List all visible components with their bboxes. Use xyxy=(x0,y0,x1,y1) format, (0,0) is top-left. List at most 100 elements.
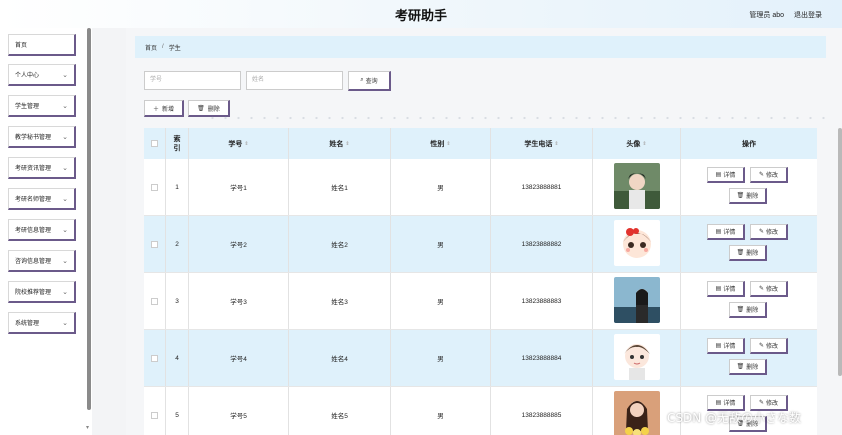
sidebar-item-student-mgmt[interactable]: 学生管理 ⌄ xyxy=(8,95,76,117)
sort-icon: ⇕ xyxy=(345,140,350,147)
avatar[interactable] xyxy=(613,163,660,211)
header-avatar[interactable]: 头像 ⇕ xyxy=(593,128,681,159)
avatar[interactable] xyxy=(613,334,660,382)
detail-label: 详情 xyxy=(723,344,736,350)
batch-delete-button[interactable]: 🗑 删除 xyxy=(188,100,230,117)
sidebar-item-consult-mgmt[interactable]: 咨询信息管理 ⌄ xyxy=(8,250,76,272)
select-all-checkbox[interactable] xyxy=(151,140,158,147)
header-label: 头像 xyxy=(626,140,641,148)
delete-label: 删除 xyxy=(746,308,759,314)
cell-gender: 男 xyxy=(391,159,491,215)
trash-icon: 🗑 xyxy=(736,307,745,313)
cell-index: 2 xyxy=(166,216,189,272)
table-header: 索引 学号 ⇕ 姓名 ⇕ 性别 ⇕ 学生电话 ⇕ 头像 ⇕ 操作 xyxy=(144,128,817,159)
delete-button[interactable]: 🗑 删除 xyxy=(729,188,767,204)
cell-phone: 13823888883 xyxy=(491,273,593,329)
avatar[interactable] xyxy=(613,391,660,435)
document-icon: ▤ xyxy=(715,343,722,349)
document-icon: ▤ xyxy=(715,286,722,292)
edit-label: 修改 xyxy=(766,230,779,236)
sidebar-item-system-mgmt[interactable]: 系统管理 ⌄ xyxy=(8,312,76,334)
row-checkbox-cell xyxy=(144,387,166,435)
edit-button[interactable]: ✎ 修改 xyxy=(750,338,788,354)
app-title: 考研助手 xyxy=(394,9,447,24)
sidebar-scrollbar[interactable] xyxy=(87,28,91,410)
sidebar-item-label: 学生管理 xyxy=(15,104,40,110)
row-checkbox[interactable] xyxy=(151,411,158,419)
edit-button[interactable]: ✎ 修改 xyxy=(750,281,788,297)
header-label: 性别 xyxy=(430,140,445,148)
cell-ops: ▤ 详情 ✎ 修改 🗑 删除 xyxy=(681,216,817,272)
row-checkbox[interactable] xyxy=(151,183,158,191)
detail-button[interactable]: ▤ 详情 xyxy=(707,338,745,354)
cell-ops: ▤ 详情 ✎ 修改 🗑 删除 xyxy=(681,159,817,215)
table-row: 3 学号3 姓名3 男 13823888883 ▤ 详情 ✎ 修改 🗑 删除 xyxy=(144,273,817,330)
delete-button[interactable]: 🗑 删除 xyxy=(729,245,767,261)
header-name[interactable]: 姓名 ⇕ xyxy=(289,128,391,159)
cell-student-no: 学号4 xyxy=(189,330,289,386)
sidebar-item-home[interactable]: 首页 xyxy=(8,34,76,56)
cell-gender: 男 xyxy=(391,273,491,329)
delete-button[interactable]: 🗑 删除 xyxy=(729,359,767,375)
detail-button[interactable]: ▤ 详情 xyxy=(707,224,745,240)
name-input[interactable]: 姓名 xyxy=(246,71,343,90)
row-checkbox[interactable] xyxy=(151,354,158,362)
avatar[interactable] xyxy=(613,220,660,268)
chevron-down-icon: ⌄ xyxy=(62,258,68,265)
detail-button[interactable]: ▤ 详情 xyxy=(707,281,745,297)
add-label: 新增 xyxy=(162,106,175,113)
table-row: 1 学号1 姓名1 男 13823888881 ▤ 详情 ✎ 修改 🗑 删除 xyxy=(144,159,817,216)
edit-button[interactable]: ✎ 修改 xyxy=(750,167,788,183)
header-gender[interactable]: 性别 ⇕ xyxy=(391,128,491,159)
decorative-dots xyxy=(206,116,826,120)
header-student-no[interactable]: 学号 ⇕ xyxy=(189,128,289,159)
add-button[interactable]: ＋ 新增 xyxy=(144,100,184,117)
header-ops: 操作 xyxy=(681,128,817,159)
top-bar: 考研助手 管理员 abo 退出登录 xyxy=(0,0,842,28)
sidebar-item-personal-center[interactable]: 个人中心 ⌄ xyxy=(8,64,76,86)
chevron-down-icon: ⌄ xyxy=(62,320,68,327)
row-checkbox[interactable] xyxy=(151,240,158,248)
sidebar-item-school-recommend[interactable]: 院校推荐管理 ⌄ xyxy=(8,281,76,303)
pencil-icon: ✎ xyxy=(758,286,764,292)
sidebar-item-label: 首页 xyxy=(15,43,28,49)
search-icon: ⌕ xyxy=(360,77,364,83)
query-button[interactable]: ⌕ 查询 xyxy=(348,71,391,91)
cell-name: 姓名5 xyxy=(289,387,391,435)
detail-label: 详情 xyxy=(723,173,736,179)
logout-link[interactable]: 退出登录 xyxy=(794,10,822,20)
delete-button[interactable]: 🗑 删除 xyxy=(729,302,767,318)
row-checkbox-cell xyxy=(144,330,166,386)
table-row: 4 学号4 姓名4 男 13823888884 ▤ 详情 ✎ 修改 🗑 删除 xyxy=(144,330,817,387)
edit-button[interactable]: ✎ 修改 xyxy=(750,224,788,240)
header-label: 学号 xyxy=(228,140,243,148)
sidebar-item-teacher-mgmt[interactable]: 考研名师管理 ⌄ xyxy=(8,188,76,210)
delete-label: 删除 xyxy=(746,365,759,371)
sidebar-item-label: 咨询信息管理 xyxy=(15,259,52,265)
table-scrollbar[interactable] xyxy=(838,128,842,376)
cell-ops: ▤ 详情 ✎ 修改 🗑 删除 xyxy=(681,330,817,386)
cell-index: 3 xyxy=(166,273,189,329)
sidebar-item-news-mgmt[interactable]: 考研资讯管理 ⌄ xyxy=(8,157,76,179)
detail-label: 详情 xyxy=(723,401,736,407)
avatar[interactable] xyxy=(613,277,660,325)
query-label: 查询 xyxy=(365,79,378,85)
chevron-down-icon: ⌄ xyxy=(62,227,68,234)
cell-phone: 13823888884 xyxy=(491,330,593,386)
breadcrumb-home[interactable]: 首页 xyxy=(145,43,157,52)
sidebar-item-info-mgmt[interactable]: 考研信息管理 ⌄ xyxy=(8,219,76,241)
detail-button[interactable]: ▤ 详情 xyxy=(707,167,745,183)
document-icon: ▤ xyxy=(715,172,722,178)
table-row: 2 学号2 姓名2 男 13823888882 ▤ 详情 ✎ 修改 🗑 删除 xyxy=(144,216,817,273)
edit-label: 修改 xyxy=(766,344,779,350)
cell-phone: 13823888885 xyxy=(491,387,593,435)
cell-student-no: 学号5 xyxy=(189,387,289,435)
sidebar-item-secretary-mgmt[interactable]: 教学秘书管理 ⌄ xyxy=(8,126,76,148)
cell-name: 姓名3 xyxy=(289,273,391,329)
row-checkbox[interactable] xyxy=(151,297,158,305)
sidebar-item-label: 系统管理 xyxy=(15,321,40,327)
document-icon: ▤ xyxy=(715,400,722,406)
student-no-input[interactable]: 学号 xyxy=(144,71,241,90)
header-phone[interactable]: 学生电话 ⇕ xyxy=(491,128,593,159)
scroll-down-arrow-icon[interactable]: ▾ xyxy=(86,424,89,431)
